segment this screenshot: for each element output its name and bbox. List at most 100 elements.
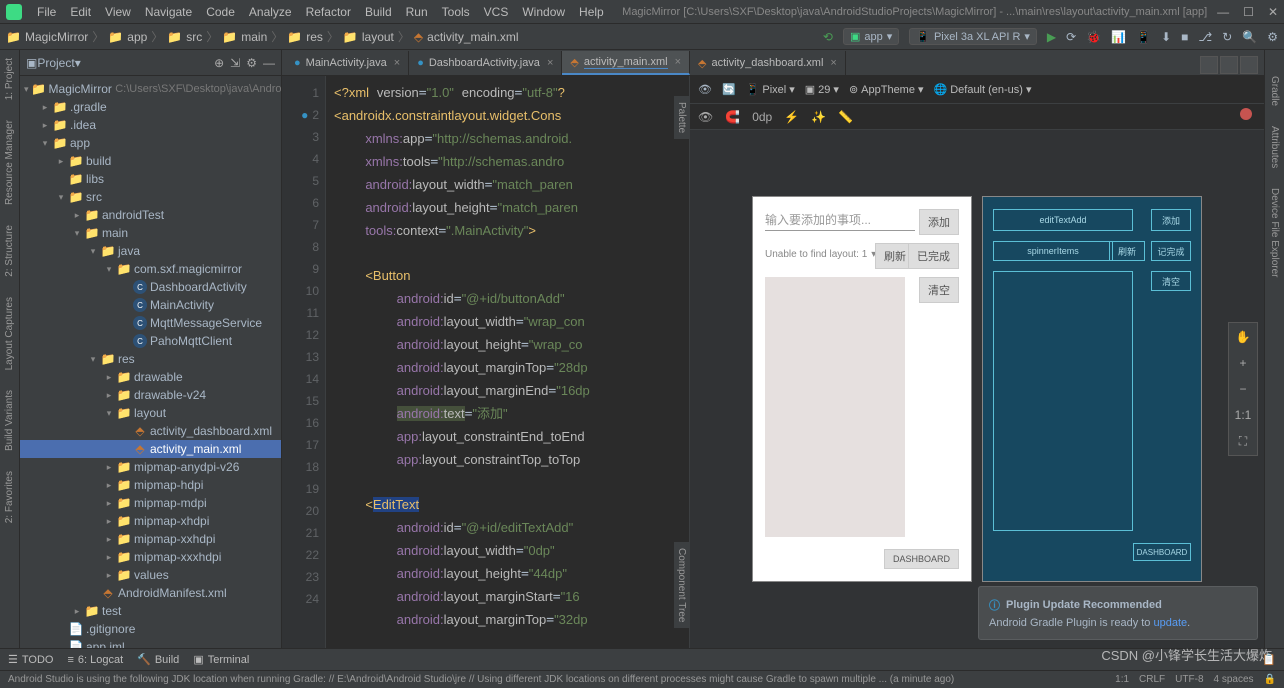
device-dropdown[interactable]: 📱Pixel 3a XL API R ▾ bbox=[909, 28, 1037, 45]
update-icon[interactable]: ↻ bbox=[1222, 30, 1232, 44]
tool-todo[interactable]: ☰ TODO bbox=[8, 653, 53, 666]
tab-mainactivity[interactable]: ●MainActivity.java× bbox=[286, 51, 409, 75]
menu-build[interactable]: Build bbox=[358, 3, 399, 21]
bc-src[interactable]: src bbox=[186, 30, 202, 44]
bc-app[interactable]: app bbox=[127, 30, 147, 44]
zoom-actual-icon[interactable]: ⛶ bbox=[1233, 431, 1253, 451]
bc-main[interactable]: main bbox=[241, 30, 267, 44]
tool-build[interactable]: 🔨 Build bbox=[137, 653, 179, 666]
tool-structure[interactable]: 2: Structure bbox=[4, 219, 15, 283]
event-log-icon[interactable]: 📋 bbox=[1262, 653, 1276, 666]
sdk-icon[interactable]: ⬇ bbox=[1161, 30, 1171, 44]
debug-icon[interactable]: 🐞 bbox=[1086, 30, 1101, 44]
navbar: 📁 MagicMirror〉 📁app〉 📁src〉 📁main〉 📁res〉 … bbox=[0, 24, 1284, 50]
menu-refactor[interactable]: Refactor bbox=[299, 3, 358, 21]
update-link[interactable]: update bbox=[1153, 617, 1187, 629]
pan-icon[interactable]: ✋ bbox=[1233, 327, 1253, 347]
menu-file[interactable]: File bbox=[30, 3, 63, 21]
preview-toolbar: 👁 🔄 📱 Pixel ▾ ▣ 29 ▾ ⊚ AppTheme ▾ 🌐 Defa… bbox=[690, 76, 1264, 104]
collapse-icon[interactable]: ⇲ bbox=[230, 56, 240, 70]
settings-icon[interactable]: ⚙ bbox=[1267, 30, 1278, 44]
preview-edit-text: 输入要添加的事项... bbox=[765, 209, 915, 231]
run-config-dropdown[interactable]: ▣app ▾ bbox=[843, 28, 899, 45]
tool-attributes[interactable]: Attributes bbox=[1269, 120, 1280, 174]
minimize-icon[interactable]: — bbox=[1217, 5, 1229, 19]
menu-window[interactable]: Window bbox=[515, 3, 572, 21]
preview-design[interactable]: 输入要添加的事项... 添加 Unable to find layout: 1▾… bbox=[752, 196, 972, 582]
tab-dashboardactivity[interactable]: ●DashboardActivity.java× bbox=[409, 51, 562, 75]
apply-changes-icon[interactable]: ⟳ bbox=[1066, 30, 1076, 44]
menu-navigate[interactable]: Navigate bbox=[138, 3, 199, 21]
palette-tab[interactable]: Palette bbox=[674, 96, 689, 139]
zoom-out-icon[interactable]: − bbox=[1233, 379, 1253, 399]
tree-file-activity-main: ⬘activity_main.xml bbox=[20, 440, 281, 458]
tool-resource-manager[interactable]: Resource Manager bbox=[4, 114, 15, 211]
tool-gradle[interactable]: Gradle bbox=[1269, 70, 1280, 112]
zoom-in-icon[interactable]: + bbox=[1233, 353, 1253, 373]
guideline-icon[interactable]: 📏 bbox=[838, 110, 853, 124]
bc-res[interactable]: res bbox=[306, 30, 323, 44]
bc-file[interactable]: activity_main.xml bbox=[427, 30, 518, 44]
run-button[interactable]: ▶ bbox=[1047, 30, 1056, 44]
profile-icon[interactable]: 📊 bbox=[1111, 30, 1126, 44]
component-tree-tab[interactable]: Component Tree bbox=[674, 542, 689, 629]
magnet-icon[interactable]: 🧲 bbox=[725, 110, 740, 124]
tool-terminal[interactable]: ▣ Terminal bbox=[193, 653, 249, 666]
tool-device-file-explorer[interactable]: Device File Explorer bbox=[1269, 182, 1280, 283]
status-encoding[interactable]: UTF-8 bbox=[1175, 674, 1203, 685]
gear-icon[interactable]: ⚙ bbox=[246, 56, 257, 70]
tool-project[interactable]: 1: Project bbox=[4, 52, 15, 106]
project-view-label[interactable]: Project bbox=[37, 56, 74, 70]
menu-help[interactable]: Help bbox=[572, 3, 611, 21]
menu-run[interactable]: Run bbox=[399, 3, 435, 21]
split-view-icon[interactable] bbox=[1220, 56, 1238, 74]
project-sidebar: ▣ Project ▾ ⊕ ⇲ ⚙ — ▾📁MagicMirror C:\Use… bbox=[20, 50, 282, 648]
git-icon[interactable]: ⎇ bbox=[1198, 30, 1212, 44]
window-title: MagicMirror [C:\Users\SXF\Desktop\java\A… bbox=[622, 6, 1207, 18]
locate-icon[interactable]: ⊕ bbox=[214, 56, 224, 70]
hide-icon[interactable]: — bbox=[263, 56, 275, 70]
zoom-fit[interactable]: 1:1 bbox=[1233, 405, 1253, 425]
tab-activity-dashboard-xml[interactable]: ⬘activity_dashboard.xml× bbox=[690, 51, 846, 75]
menu-view[interactable]: View bbox=[98, 3, 138, 21]
sync-icon[interactable]: ⟲ bbox=[823, 30, 833, 44]
bc-root[interactable]: MagicMirror bbox=[25, 30, 88, 44]
menu-edit[interactable]: Edit bbox=[63, 3, 98, 21]
view-options-icon[interactable]: 👁 bbox=[698, 110, 713, 124]
preview-locale-dropdown[interactable]: 🌐 Default (en-us) ▾ bbox=[934, 83, 1032, 96]
status-pos[interactable]: 1:1 bbox=[1115, 674, 1129, 685]
code-view-icon[interactable] bbox=[1200, 56, 1218, 74]
avd-icon[interactable]: 📱 bbox=[1136, 30, 1151, 44]
eye-icon[interactable]: 👁 bbox=[698, 83, 712, 96]
tool-layout-captures[interactable]: Layout Captures bbox=[4, 291, 15, 376]
infer-icon[interactable]: ⚡ bbox=[784, 110, 799, 124]
menu-vcs[interactable]: VCS bbox=[477, 3, 516, 21]
error-indicator[interactable] bbox=[1240, 108, 1252, 120]
menu-code[interactable]: Code bbox=[199, 3, 242, 21]
menu-analyze[interactable]: Analyze bbox=[242, 3, 299, 21]
orientation-icon[interactable]: 🔄 bbox=[722, 83, 736, 96]
close-icon[interactable]: ✕ bbox=[1268, 5, 1278, 19]
stop-icon[interactable]: ■ bbox=[1181, 30, 1188, 44]
status-lock-icon[interactable]: 🔒 bbox=[1264, 674, 1276, 685]
preview-theme-dropdown[interactable]: ⊚ AppTheme ▾ bbox=[849, 83, 924, 96]
design-view-icon[interactable] bbox=[1240, 56, 1258, 74]
tool-build-variants[interactable]: Build Variants bbox=[4, 384, 15, 457]
tab-activity-main-xml[interactable]: ⬘activity_main.xml× bbox=[562, 51, 690, 75]
status-indent[interactable]: 4 spaces bbox=[1214, 674, 1254, 685]
bc-layout[interactable]: layout bbox=[362, 30, 394, 44]
status-lineending[interactable]: CRLF bbox=[1139, 674, 1165, 685]
maximize-icon[interactable]: ☐ bbox=[1243, 5, 1254, 19]
tool-logcat[interactable]: ≡ 6: Logcat bbox=[67, 654, 123, 666]
code-editor[interactable]: 123456789101112131415161718192021222324 … bbox=[282, 76, 690, 648]
menu-tools[interactable]: Tools bbox=[435, 3, 477, 21]
default-margin[interactable]: 0dp bbox=[752, 110, 772, 124]
search-icon[interactable]: 🔍 bbox=[1242, 30, 1257, 44]
preview-device-dropdown[interactable]: 📱 Pixel ▾ bbox=[746, 83, 795, 96]
preview-blueprint[interactable]: editTextAdd 添加 spinnerItems 刷新 记完成 清空 DA… bbox=[982, 196, 1202, 582]
tool-favorites[interactable]: 2: Favorites bbox=[4, 465, 15, 529]
project-tree[interactable]: ▾📁MagicMirror C:\Users\SXF\Desktop\java\… bbox=[20, 76, 281, 648]
clear-constraints-icon[interactable]: ✨ bbox=[811, 110, 826, 124]
preview-api-dropdown[interactable]: ▣ 29 ▾ bbox=[805, 83, 839, 96]
preview-btn-add: 添加 bbox=[919, 209, 959, 235]
